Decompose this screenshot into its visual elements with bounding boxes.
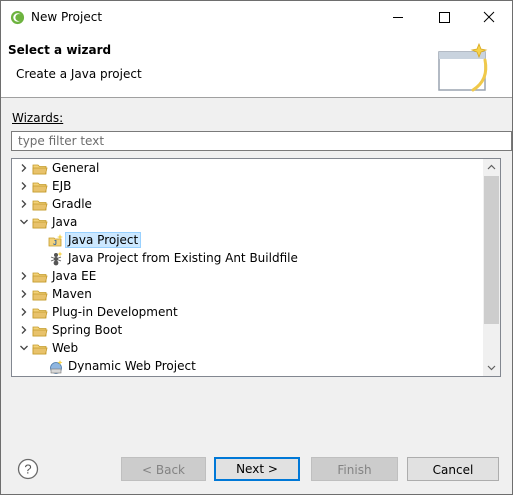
chevron-right-icon[interactable] (19, 271, 29, 281)
chevron-right-icon[interactable] (19, 181, 29, 191)
window-title: New Project (31, 10, 103, 24)
back-button[interactable]: < Back (121, 457, 206, 481)
tree-item-label: Java (52, 215, 78, 229)
new-wizard-banner-icon (438, 42, 488, 92)
svg-text:?: ? (24, 462, 31, 477)
chevron-down-icon[interactable] (19, 343, 29, 353)
chevron-right-icon[interactable] (19, 289, 29, 299)
tree-item[interactable]: Java Project from Existing Ant Buildfile (12, 250, 482, 268)
maximize-icon[interactable] (421, 1, 467, 33)
tree-item[interactable]: Gradle (12, 196, 482, 214)
folder-icon (32, 164, 48, 175)
tree-item-label: Web (52, 341, 79, 355)
help-icon[interactable]: ? (17, 458, 39, 480)
scroll-up-icon[interactable] (483, 159, 500, 176)
tree-item-label: Gradle (52, 197, 92, 211)
folder-icon (32, 200, 48, 211)
folder-icon (32, 218, 48, 229)
tree-item-label: Java Project (65, 232, 142, 248)
tree-item-label: Maven (52, 287, 92, 301)
chevron-right-icon[interactable] (19, 325, 29, 335)
web-project-icon (50, 360, 63, 374)
chevron-right-icon[interactable] (19, 163, 29, 173)
tree-item-label: Dynamic Web Project (68, 359, 196, 373)
chevron-right-icon[interactable] (19, 307, 29, 317)
tree-item[interactable]: Dynamic Web Project (12, 358, 482, 376)
wizard-tree[interactable]: General EJB Gradle Java J Java Project Java Pr… (11, 158, 501, 377)
tree-item-label: Plug-in Development (52, 305, 178, 319)
tree-item[interactable]: Web (12, 340, 482, 358)
chevron-right-icon[interactable] (19, 199, 29, 209)
folder-icon (32, 344, 48, 355)
folder-icon (32, 272, 48, 283)
scroll-down-icon[interactable] (483, 359, 500, 376)
folder-icon (32, 326, 48, 337)
title-bar: New Project (1, 1, 512, 34)
banner-title: Select a wizard (8, 43, 112, 57)
tree-item-label: EJB (52, 179, 72, 193)
scrollbar-thumb[interactable] (484, 176, 499, 324)
folder-icon (32, 290, 48, 301)
tree-item[interactable]: Maven (12, 286, 482, 304)
tree-item-label: General (52, 161, 100, 175)
new-project-dialog: New Project Select a wizard Create a Jav… (0, 0, 513, 495)
next-button[interactable]: Next > (214, 457, 300, 481)
chevron-down-icon[interactable] (19, 217, 29, 227)
tree-item[interactable]: General (12, 160, 482, 178)
tree-item[interactable]: Java (12, 214, 482, 232)
tree-item[interactable]: EJB (12, 178, 482, 196)
tree-item-label: Spring Boot (52, 323, 123, 337)
tree-item-label: Java Project from Existing Ant Buildfile (68, 251, 298, 265)
eclipse-app-icon (10, 10, 25, 25)
tree-item[interactable]: Java EE (12, 268, 482, 286)
folder-icon (32, 182, 48, 193)
cancel-button[interactable]: Cancel (407, 457, 499, 481)
vertical-scrollbar[interactable] (483, 159, 500, 376)
folder-icon (32, 308, 48, 319)
tree-item[interactable]: Spring Boot (12, 322, 482, 340)
svg-text:J: J (53, 240, 57, 247)
tree-item[interactable]: Plug-in Development (12, 304, 482, 322)
close-icon[interactable] (466, 1, 512, 33)
java-project-icon: J (48, 234, 63, 247)
tree-item-label: Java EE (52, 269, 97, 283)
wizards-label: Wizards: (12, 111, 64, 125)
filter-input[interactable] (11, 131, 512, 151)
banner-description: Create a Java project (16, 67, 142, 81)
tree-item[interactable]: J Java Project (12, 232, 482, 250)
finish-button[interactable]: Finish (311, 457, 398, 481)
wizard-banner: Select a wizard Create a Java project (1, 34, 512, 98)
ant-icon (50, 251, 63, 266)
minimize-icon[interactable] (375, 1, 421, 33)
